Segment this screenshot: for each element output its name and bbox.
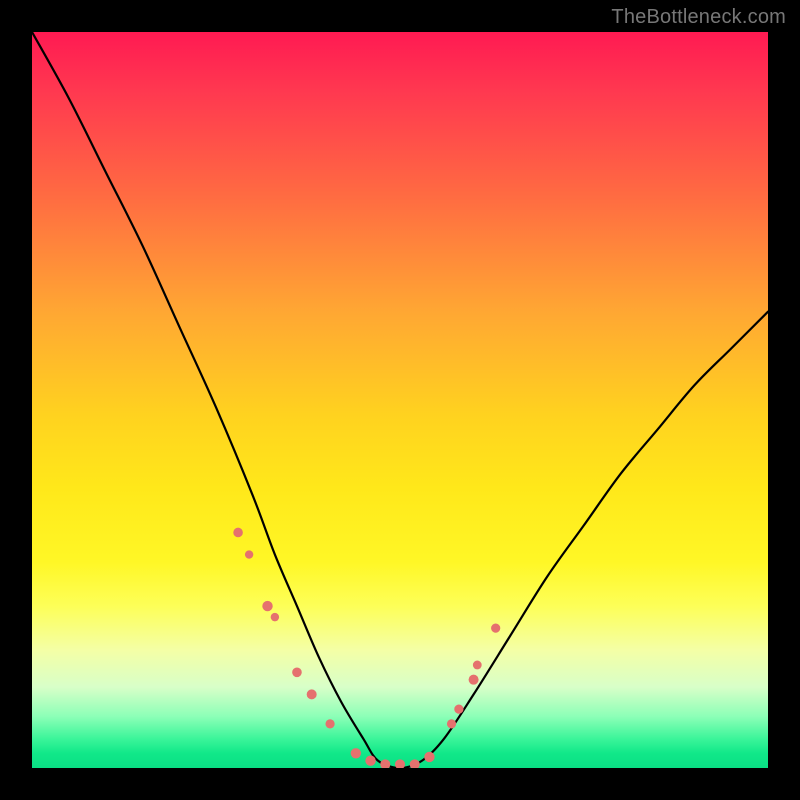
marker-group xyxy=(233,528,500,768)
marker-dot xyxy=(395,759,405,768)
marker-dot xyxy=(473,661,482,670)
plot-area xyxy=(32,32,768,768)
marker-dot xyxy=(491,624,500,633)
chart-frame: TheBottleneck.com xyxy=(0,0,800,800)
marker-dot xyxy=(365,755,375,765)
watermark-text: TheBottleneck.com xyxy=(611,6,786,29)
chart-svg xyxy=(32,32,768,768)
marker-dot xyxy=(424,752,434,762)
marker-dot xyxy=(469,675,479,685)
marker-dot xyxy=(245,550,253,558)
marker-dot xyxy=(454,705,463,714)
marker-dot xyxy=(233,528,243,538)
marker-dot xyxy=(325,719,334,728)
marker-dot xyxy=(380,759,390,768)
marker-dot xyxy=(410,759,420,768)
marker-dot xyxy=(307,689,317,699)
marker-dot xyxy=(351,748,361,758)
marker-dot xyxy=(292,668,302,678)
bottleneck-curve xyxy=(32,32,768,768)
marker-dot xyxy=(447,719,456,728)
marker-dot xyxy=(262,601,272,611)
marker-dot xyxy=(271,613,279,621)
